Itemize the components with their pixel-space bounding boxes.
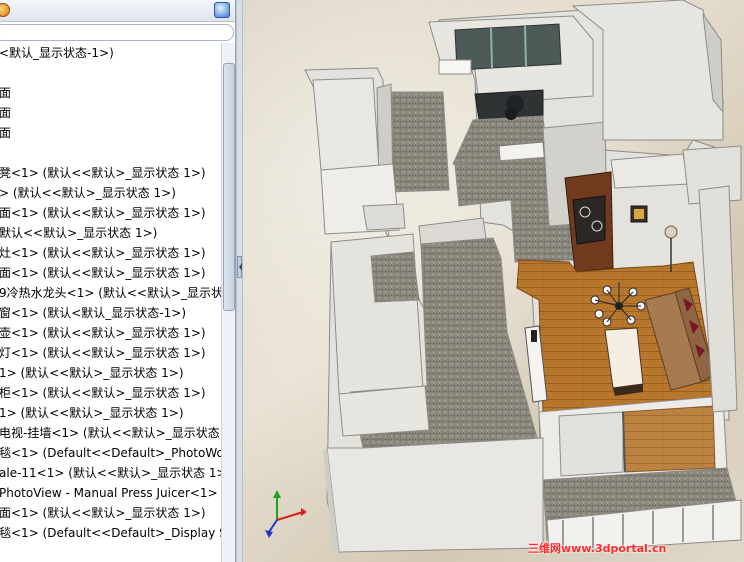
tree-item-label: 凳<1> (默认<<默认>_显示状态 1>) — [0, 166, 206, 180]
graphics-viewport[interactable]: 三维网www.3dportal.cn — [243, 0, 744, 562]
feature-manager-icon[interactable] — [0, 3, 10, 17]
tree-item[interactable]: 灯<1> (默认<<默认>_显示状态 1>) — [0, 343, 206, 363]
tree-item-label: PhotoView - Manual Press Juicer<1> ( — [0, 486, 221, 500]
tree-item[interactable]: 1> (默认<<默认>_显示状态 1>) — [0, 403, 184, 423]
tree-item-label: 面 — [0, 126, 12, 140]
tree-item[interactable]: 面<1> (默认<<默认>_显示状态 1>) — [0, 203, 206, 223]
tree-item-label: 电视-挂墙<1> (默认<<默认>_显示状态 — [0, 426, 220, 440]
tree-item[interactable]: 灶<1> (默认<<默认>_显示状态 1>) — [0, 243, 206, 263]
feature-tree-panel: <默认_显示状态-1>) 面面面凳<1> (默认<<默认>_显示状态 1>) > (… — [0, 0, 236, 562]
tree-item-label: 1> (默认<<默认>_显示状态 1>) — [0, 406, 184, 420]
collapse-panel-arrow-icon[interactable] — [237, 256, 242, 278]
watermark-text: 三维网www.3dportal.cn — [528, 542, 667, 555]
tree-item[interactable]: 默认<<默认>_显示状态 1>) — [0, 223, 157, 243]
tree-item-label: 柜<1> (默认<<默认>_显示状态 1>) — [0, 386, 206, 400]
tree-item-label: <默认_显示状态-1>) — [0, 46, 114, 60]
tree-item-label: 壶<1> (默认<<默认>_显示状态 1>) — [0, 326, 206, 340]
tree-item[interactable]: 1> (默认<<默认>_显示状态 1>) — [0, 363, 184, 383]
feature-tree-list: <默认_显示状态-1>) 面面面凳<1> (默认<<默认>_显示状态 1>) > (… — [0, 43, 221, 562]
tree-item-label: 默认<<默认>_显示状态 1>) — [0, 226, 158, 240]
tree-item-label: 毯<1> (Default<<Default>_PhotoWorks — [0, 446, 221, 460]
tree-item-label: ale-11<1> (默认<<默认>_显示状态 1>) — [0, 466, 221, 480]
tree-item[interactable]: 柜<1> (默认<<默认>_显示状态 1>) — [0, 383, 206, 403]
house-model-render — [265, 0, 742, 553]
tree-item[interactable]: <默认_显示状态-1>) — [0, 43, 114, 63]
tree-item[interactable]: 电视-挂墙<1> (默认<<默认>_显示状态 — [0, 423, 220, 443]
z-axis — [268, 519, 278, 533]
tree-item[interactable]: 毯<1> (Default<<Default>_PhotoWorks — [0, 443, 221, 463]
tree-item-label: 面<1> (默认<<默认>_显示状态 1>) — [0, 266, 206, 280]
tree-item-label: 面 — [0, 86, 12, 100]
tree-item[interactable]: 面 — [0, 103, 11, 123]
tree-item[interactable]: 9冷热水龙头<1> (默认<<默认>_显示状态 — [0, 283, 221, 303]
panel-splitter[interactable] — [236, 0, 243, 562]
tree-item[interactable]: 面<1> (默认<<默认>_显示状态 1>) — [0, 263, 206, 283]
tree-item-label: 毯<1> (Default<<Default>_Display St — [0, 526, 221, 540]
tree-item[interactable]: PhotoView - Manual Press Juicer<1> ( — [0, 483, 221, 503]
tree-item[interactable]: 窗<1> (默认<默认_显示状态-1>) — [0, 303, 186, 323]
tree-scrollbar[interactable] — [221, 43, 235, 562]
tree-item[interactable]: 面 — [0, 83, 11, 103]
tree-item[interactable]: 凳<1> (默认<<默认>_显示状态 1>) — [0, 163, 206, 183]
tree-item-label: 面<1> (默认<<默认>_显示状态 1>) — [0, 506, 206, 520]
tree-item-label: > (默认<<默认>_显示状态 1>) — [0, 186, 176, 200]
tree-scroll-thumb[interactable] — [223, 63, 235, 311]
tree-item-label: 1> (默认<<默认>_显示状态 1>) — [0, 366, 184, 380]
x-axis — [276, 511, 304, 521]
axis-triad — [265, 490, 307, 538]
tree-filter-input[interactable] — [0, 24, 234, 41]
tree-item-label: 9冷热水龙头<1> (默认<<默认>_显示状态 — [0, 286, 221, 300]
tree-item[interactable]: 面 — [0, 123, 11, 143]
tree-item[interactable]: 壶<1> (默认<<默认>_显示状态 1>) — [0, 323, 206, 343]
tree-item[interactable]: ale-11<1> (默认<<默认>_显示状态 1>) — [0, 463, 221, 483]
tree-item-label: 灯<1> (默认<<默认>_显示状态 1>) — [0, 346, 206, 360]
tree-item-label: 灶<1> (默认<<默认>_显示状态 1>) — [0, 246, 206, 260]
tree-item-label: 窗<1> (默认<默认_显示状态-1>) — [0, 306, 186, 320]
tree-item[interactable]: > (默认<<默认>_显示状态 1>) — [0, 183, 176, 203]
tree-item[interactable]: 毯<1> (Default<<Default>_Display St — [0, 523, 221, 543]
tree-item[interactable]: 面<1> (默认<<默认>_显示状态 1>) — [0, 503, 206, 523]
tree-item-label: 面<1> (默认<<默认>_显示状态 1>) — [0, 206, 206, 220]
display-manager-icon[interactable] — [214, 2, 230, 18]
tree-item-label: 面 — [0, 106, 12, 120]
feature-tree-toolbar — [0, 0, 235, 22]
